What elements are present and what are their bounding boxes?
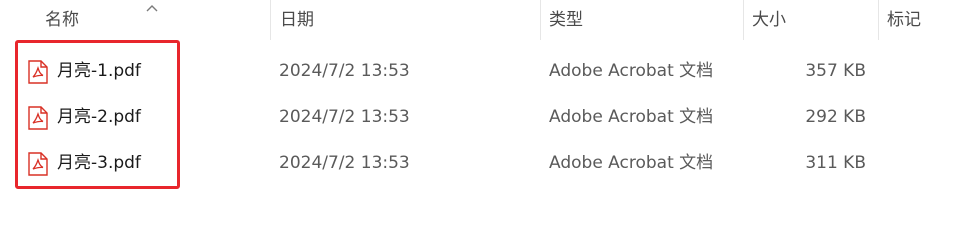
file-date: 2024/7/2 13:53 <box>279 61 410 81</box>
file-type: Adobe Acrobat 文档 <box>549 61 714 81</box>
highlight-annotation-box <box>15 40 180 189</box>
file-date: 2024/7/2 13:53 <box>279 107 410 127</box>
file-type: Adobe Acrobat 文档 <box>549 153 714 173</box>
column-header-tags[interactable]: 标记 <box>887 0 921 40</box>
column-divider[interactable] <box>540 0 541 40</box>
file-size: 311 KB <box>805 153 866 173</box>
column-divider[interactable] <box>878 0 879 40</box>
file-date: 2024/7/2 13:53 <box>279 153 410 173</box>
column-divider[interactable] <box>743 0 744 40</box>
sort-ascending-icon <box>146 5 158 12</box>
file-list-view: 名称 日期 类型 大小 标记 月亮-1.pdf 2024/7/2 13:53 A… <box>0 0 975 225</box>
column-header-date[interactable]: 日期 <box>280 0 314 40</box>
file-size: 292 KB <box>805 107 866 127</box>
file-size: 357 KB <box>805 61 866 81</box>
file-type: Adobe Acrobat 文档 <box>549 107 714 127</box>
column-header-row: 名称 日期 类型 大小 标记 <box>0 0 975 40</box>
column-header-type[interactable]: 类型 <box>549 0 583 40</box>
column-divider[interactable] <box>270 0 271 40</box>
column-header-size[interactable]: 大小 <box>752 0 786 40</box>
column-header-name[interactable]: 名称 <box>45 0 79 40</box>
